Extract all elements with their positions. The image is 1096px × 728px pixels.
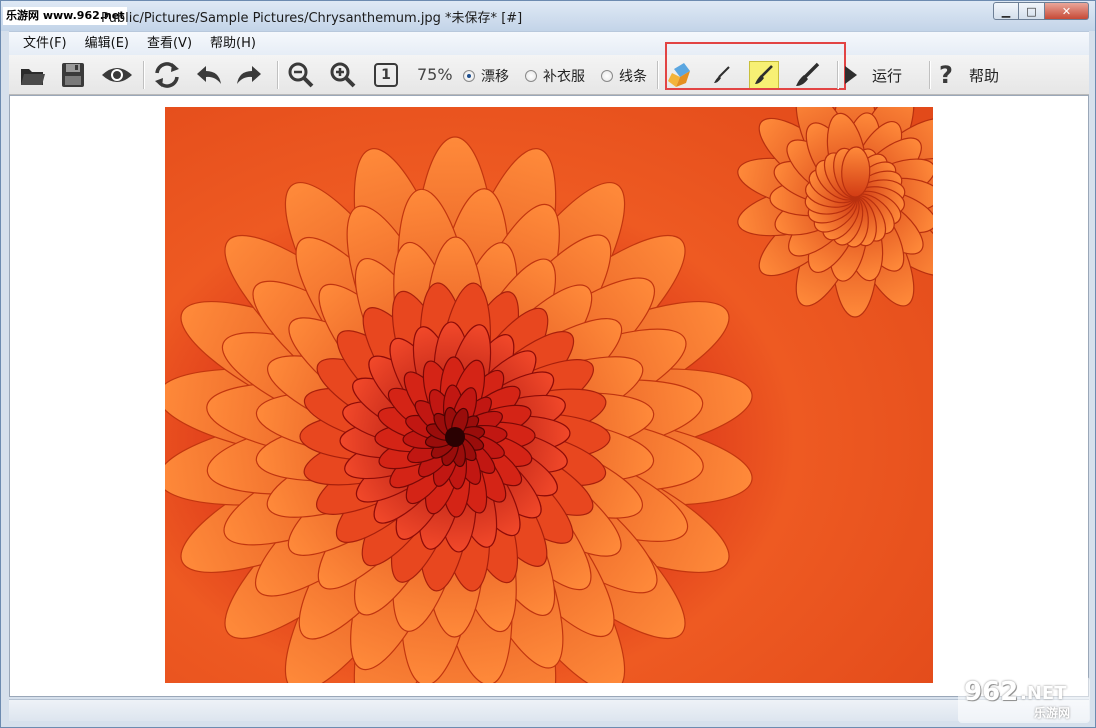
flower-photo	[165, 107, 933, 683]
radio-selected-icon	[463, 70, 475, 82]
radio-unselected-icon	[601, 70, 613, 82]
folder-icon	[21, 69, 45, 85]
toolbar-separator	[657, 61, 658, 89]
redo-button[interactable]	[231, 59, 267, 91]
radio-unselected-icon	[525, 70, 537, 82]
menu-bar: 文件(F) 编辑(E) 查看(V) 帮助(H)	[9, 31, 1089, 55]
thin-brush-button[interactable]	[707, 59, 737, 91]
actual-size-button[interactable]: 1	[369, 59, 403, 91]
question-mark-icon: ?	[939, 61, 953, 89]
medium-brush-icon	[755, 65, 773, 84]
minimize-button[interactable]: ▁	[993, 2, 1019, 20]
mode-patch-label: 补衣服	[543, 69, 585, 85]
actual-size-label: 1	[381, 67, 391, 83]
undo-arrow-icon	[197, 66, 221, 84]
status-bar	[9, 699, 1089, 721]
image-canvas[interactable]	[9, 95, 1089, 697]
medium-brush-button[interactable]	[749, 59, 779, 91]
logo-net: .NET	[1020, 683, 1067, 704]
maximize-button[interactable]: □	[1019, 2, 1045, 20]
logo-number: 962	[964, 677, 1019, 707]
menu-view[interactable]: 查看(V)	[139, 32, 200, 56]
mode-line-radio[interactable]: 线条	[601, 66, 647, 86]
zoom-out-button[interactable]	[283, 59, 319, 91]
undo-button[interactable]	[191, 59, 227, 91]
thin-brush-icon	[714, 66, 730, 83]
menu-edit[interactable]: 编辑(E)	[77, 32, 137, 56]
run-label: 运行	[872, 67, 903, 85]
menu-file[interactable]: 文件(F)	[15, 32, 75, 56]
zoom-out-icon	[288, 62, 314, 88]
zoom-level: 75%	[417, 65, 453, 84]
save-button[interactable]	[55, 59, 91, 91]
floppy-disk-icon	[62, 63, 84, 87]
mode-drift-radio[interactable]: 漂移	[463, 66, 509, 86]
site-logo-watermark: 962 .NET 乐游网	[958, 677, 1090, 723]
play-icon	[845, 66, 857, 84]
large-brush-button[interactable]	[791, 59, 825, 91]
zoom-in-button[interactable]	[325, 59, 361, 91]
eraser-tool-button[interactable]	[663, 59, 697, 91]
mode-drift-label: 漂移	[481, 69, 509, 85]
actual-size-icon: 1	[374, 63, 398, 87]
zoom-in-icon	[330, 62, 356, 88]
window-controls: ▁ □ ✕	[993, 2, 1089, 20]
logo-subtitle: 乐游网	[1034, 706, 1071, 720]
redo-arrow-icon	[237, 66, 261, 84]
preview-button[interactable]	[97, 59, 137, 91]
open-button[interactable]	[15, 59, 51, 91]
mode-patch-radio[interactable]: 补衣服	[525, 66, 585, 86]
toolbar-separator	[837, 61, 838, 89]
toolbar-separator	[277, 61, 278, 89]
menu-help[interactable]: 帮助(H)	[202, 32, 264, 56]
large-brush-icon	[796, 62, 820, 86]
chrysanthemum-image[interactable]	[165, 107, 933, 683]
app-window: 乐游网 www.962.net Public/Pictures/Sample P…	[0, 0, 1096, 728]
close-button[interactable]: ✕	[1045, 2, 1089, 20]
toolbar-separator	[143, 61, 144, 89]
help-label: 帮助	[969, 67, 1000, 85]
mode-line-label: 线条	[619, 69, 647, 85]
refresh-icon	[155, 62, 179, 88]
refresh-button[interactable]	[149, 59, 185, 91]
toolbar-separator	[929, 61, 930, 89]
title-bar[interactable]: 乐游网 www.962.net Public/Pictures/Sample P…	[1, 1, 1095, 31]
window-title: Public/Pictures/Sample Pictures/Chrysant…	[101, 11, 523, 26]
toolbar: 1 75% 漂移 补衣服 线条 运行 ? 帮助	[9, 42, 1089, 95]
eraser-icon	[668, 63, 690, 87]
eye-icon	[102, 68, 132, 82]
